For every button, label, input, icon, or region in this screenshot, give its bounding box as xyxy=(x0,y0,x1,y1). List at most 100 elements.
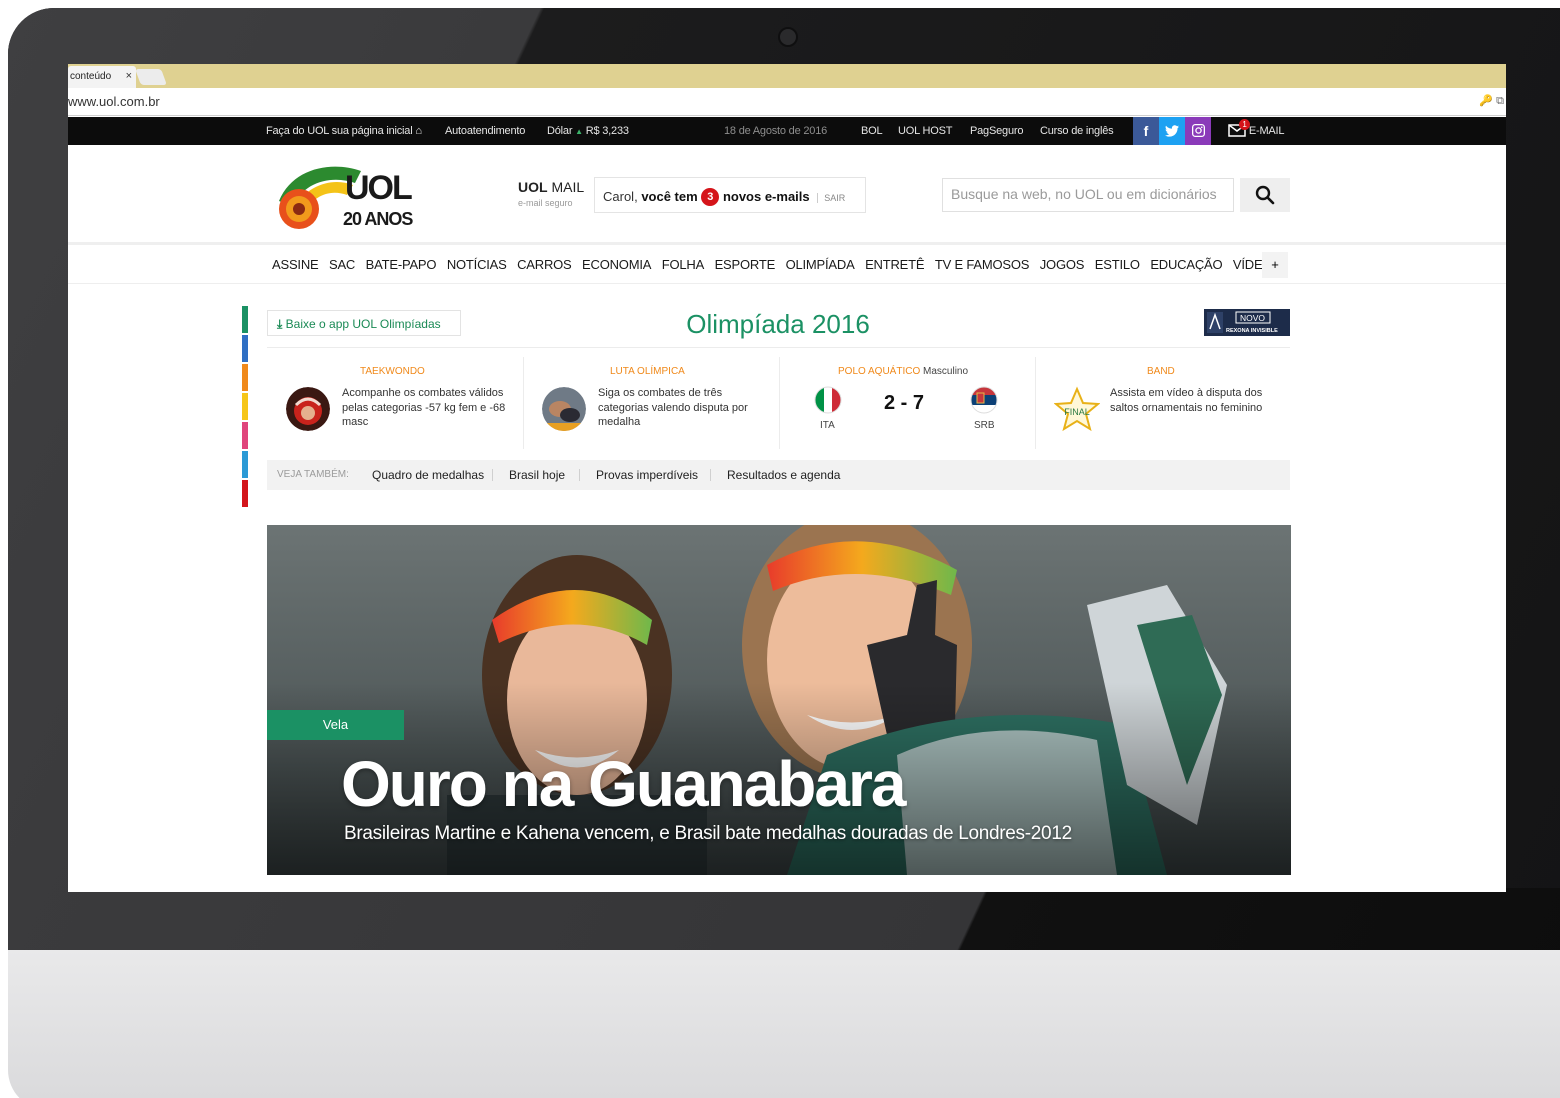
nav-more-button[interactable]: + xyxy=(1262,252,1288,278)
card-category: BAND xyxy=(1147,366,1175,377)
team-b-code: SRB xyxy=(974,420,995,431)
final-star-icon: FINAL xyxy=(1053,386,1101,437)
hero-headline[interactable]: Ouro na Guanabara xyxy=(341,747,906,821)
nav-item-olimpiada[interactable]: OLIMPÍADA xyxy=(786,257,855,272)
card-taekwondo[interactable]: TAEKWONDO Acompanhe os combates válidos … xyxy=(284,364,522,450)
link-resultados-e-agenda[interactable]: Resultados e agenda xyxy=(727,468,840,482)
card-category: POLO AQUÁTICO Masculino xyxy=(838,366,969,377)
topbar-link-uolhost[interactable]: UOL HOST xyxy=(898,125,952,137)
sponsor-banner[interactable]: NOVO REXONA INVISIBLE xyxy=(1204,309,1290,336)
hero-subtitle[interactable]: Brasileiras Martine e Kahena vencem, e B… xyxy=(344,823,1072,845)
olympics-title: Olimpíada 2016 xyxy=(686,309,870,339)
color-bar-green xyxy=(242,306,248,333)
download-app-button[interactable]: ⤓ Baixe o app UOL Olimpíadas xyxy=(267,310,461,336)
card-category: TAEKWONDO xyxy=(360,366,425,377)
dolar-quote[interactable]: Dólar ▲ R$ 3,233 xyxy=(547,125,629,137)
twitter-icon[interactable] xyxy=(1159,117,1185,145)
nav-item-noticias[interactable]: NOTÍCIAS xyxy=(447,257,507,272)
nav-item-folha[interactable]: FOLHA xyxy=(662,257,705,272)
topbar-link-bol[interactable]: BOL xyxy=(861,125,883,137)
link-brasil-hoje[interactable]: Brasil hoje xyxy=(509,468,565,482)
nav-item-entrete[interactable]: ENTRETÊ xyxy=(865,257,924,272)
card-polo-aquatico[interactable]: POLO AQUÁTICO Masculino ITA 2 - 7 SRB xyxy=(796,364,1034,450)
address-bar-icons: 🔑 ⧉ xyxy=(1479,94,1504,108)
card-luta-olimpica[interactable]: LUTA OLÍMPICA Siga os combates de três c… xyxy=(540,364,778,450)
mail-notification[interactable]: Carol, você tem 3 novos e-mails SAIR xyxy=(594,177,866,213)
uol-header: UOL 20 ANOS UOL MAIL e-mail seguro Carol… xyxy=(68,145,1506,245)
hero-category-tag[interactable]: Vela xyxy=(267,710,404,740)
uol-mail-tagline: e-mail seguro xyxy=(518,198,573,208)
nav-item-economia[interactable]: ECONOMIA xyxy=(582,257,651,272)
current-date: 18 de Agosto de 2016 xyxy=(724,125,828,137)
close-icon[interactable]: × xyxy=(126,70,132,82)
color-bar-pink xyxy=(242,422,248,449)
browser-tab[interactable]: conteúdo × xyxy=(68,66,136,88)
facebook-icon[interactable]: f xyxy=(1133,117,1159,145)
homepage-link[interactable]: Faça do UOL sua página inicial ⌂ xyxy=(266,125,422,137)
nav-item-tv-e-famosos[interactable]: TV E FAMOSOS xyxy=(935,257,1030,272)
card-description: Acompanhe os combates válidos pelas cate… xyxy=(342,387,506,428)
autoatendimento-link[interactable]: Autoatendimento xyxy=(445,125,525,137)
logout-link[interactable]: SAIR xyxy=(817,193,846,203)
translate-icon[interactable]: ⧉ xyxy=(1496,95,1504,107)
card-band[interactable]: BAND FINAL Assista em vídeo à disputa do… xyxy=(1052,364,1290,450)
nav-item-assine[interactable]: ASSINE xyxy=(272,257,319,272)
browser-tab-title: conteúdo xyxy=(70,71,112,82)
envelope-icon: 1 xyxy=(1228,119,1250,137)
color-bar-orange xyxy=(242,364,248,391)
unread-count-badge: 3 xyxy=(701,188,720,206)
nav-item-educacao[interactable]: EDUCAÇÃO xyxy=(1150,257,1222,272)
email-link[interactable]: 1 E-MAIL xyxy=(1228,119,1285,137)
browser-screen: conteúdo × www.uol.com.br 🔑 ⧉ Faça do UO… xyxy=(68,64,1506,892)
link-provas-imperdiveis[interactable]: Provas imperdíveis xyxy=(596,468,698,482)
logo-years: 20 ANOS xyxy=(343,209,413,229)
card-category: LUTA OLÍMPICA xyxy=(610,366,685,377)
nav-item-jogos[interactable]: JOGOS xyxy=(1040,257,1085,272)
search-icon xyxy=(1255,185,1275,205)
topbar-link-curso[interactable]: Curso de inglês xyxy=(1040,125,1114,137)
search-button[interactable] xyxy=(1240,178,1290,212)
monitor-chin xyxy=(8,950,1560,1098)
athlete-avatar xyxy=(542,387,586,431)
hero-story[interactable]: Vela Ouro na Guanabara Brasileiras Marti… xyxy=(267,525,1291,875)
uol-mail-brand[interactable]: UOL MAIL xyxy=(518,179,584,195)
card-description: Assista em vídeo à disputa dos saltos or… xyxy=(1110,387,1263,414)
uol-20-anos-logo[interactable]: UOL 20 ANOS xyxy=(273,159,433,231)
main-navigation: ASSINE SAC BATE-PAPO NOTÍCIAS CARROS ECO… xyxy=(68,248,1506,284)
url-text[interactable]: www.uol.com.br xyxy=(68,94,160,109)
address-bar[interactable]: www.uol.com.br 🔑 ⧉ xyxy=(68,88,1506,116)
serbia-flag-icon xyxy=(970,386,998,419)
download-icon: ⤓ xyxy=(277,317,283,331)
nav-item-estilo[interactable]: ESTILO xyxy=(1095,257,1140,272)
nav-item-esporte[interactable]: ESPORTE xyxy=(715,257,776,272)
see-also-bar: VEJA TAMBÉM: Quadro de medalhas Brasil h… xyxy=(267,460,1290,490)
new-tab-button[interactable] xyxy=(135,69,167,85)
instagram-icon[interactable] xyxy=(1185,117,1211,145)
nav-item-sac[interactable]: SAC xyxy=(329,257,355,272)
color-bar-blue xyxy=(242,335,248,362)
color-bar-cyan xyxy=(242,451,248,478)
search-input[interactable]: Busque na web, no UOL ou em dicionários xyxy=(942,178,1234,212)
nav-item-carros[interactable]: CARROS xyxy=(517,257,572,272)
webcam-icon xyxy=(778,27,798,47)
logo-wordmark: UOL xyxy=(345,169,412,207)
monitor-frame: conteúdo × www.uol.com.br 🔑 ⧉ Faça do UO… xyxy=(0,0,1560,1098)
team-a-code: ITA xyxy=(820,420,835,431)
see-also-label: VEJA TAMBÉM: xyxy=(277,469,349,480)
olympic-color-bars xyxy=(242,306,248,509)
link-quadro-de-medalhas[interactable]: Quadro de medalhas xyxy=(372,468,484,482)
topbar-link-pagseguro[interactable]: PagSeguro xyxy=(970,125,1023,137)
italy-flag-icon xyxy=(814,386,842,419)
match-score: 2 - 7 xyxy=(884,392,925,414)
email-count-badge: 1 xyxy=(1239,119,1250,130)
monitor-lower-bezel xyxy=(8,888,1560,952)
color-bar-red xyxy=(242,480,248,507)
home-icon: ⌂ xyxy=(415,125,422,137)
browser-tab-strip: conteúdo × xyxy=(68,64,1506,88)
sponsor-name: REXONA INVISIBLE xyxy=(1226,328,1278,334)
uol-top-bar: Faça do UOL sua página inicial ⌂ Autoate… xyxy=(68,117,1506,145)
nav-item-bate-papo[interactable]: BATE-PAPO xyxy=(366,257,437,272)
final-badge-text: FINAL xyxy=(1064,407,1090,417)
athlete-avatar xyxy=(286,387,330,431)
key-icon[interactable]: 🔑 xyxy=(1479,95,1493,107)
